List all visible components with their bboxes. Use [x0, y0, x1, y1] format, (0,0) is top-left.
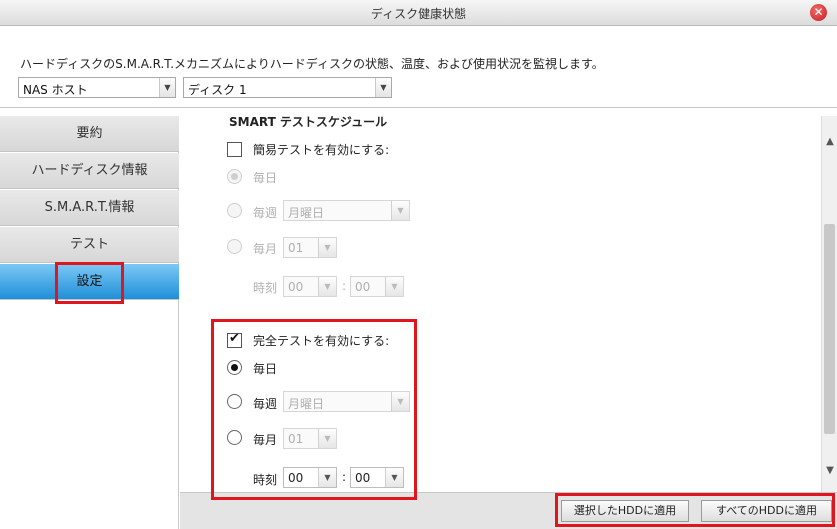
- scroll-up-icon[interactable]: ▲: [822, 134, 837, 150]
- full-minute-select[interactable]: 00 ▼: [350, 467, 404, 488]
- full-daily-radio[interactable]: [227, 360, 242, 375]
- chevron-down-icon: ▼: [385, 277, 403, 296]
- close-icon[interactable]: ✕: [810, 4, 827, 21]
- quick-hour-value: 00: [288, 280, 304, 294]
- quick-weekly-label: 毎週: [253, 206, 278, 220]
- full-monthly-radio[interactable]: [227, 430, 242, 445]
- title-bar: ディスク健康状態 ✕: [0, 0, 837, 26]
- chevron-down-icon: ▼: [391, 201, 409, 220]
- chevron-down-icon: ▼: [391, 392, 409, 411]
- quick-daily-label: 毎日: [253, 171, 278, 185]
- schedule-title: SMART テストスケジュール: [229, 116, 388, 129]
- window-title: ディスク健康状態: [370, 7, 467, 21]
- sidebar-item-summary[interactable]: 要約: [0, 116, 179, 152]
- chevron-down-icon: ▼: [318, 429, 336, 448]
- full-weekday-value: 月曜日: [288, 397, 325, 411]
- quick-time-colon: :: [342, 279, 347, 293]
- nas-host-select[interactable]: NAS ホスト ▼: [18, 77, 176, 98]
- full-time-colon: :: [342, 470, 347, 484]
- quick-weekday-value: 月曜日: [288, 206, 325, 220]
- chevron-down-icon: ▼: [385, 468, 403, 487]
- apply-all-button[interactable]: すべてのHDDに適用: [701, 500, 832, 522]
- quick-daily-radio[interactable]: [227, 169, 242, 184]
- full-weekly-radio[interactable]: [227, 394, 242, 409]
- quick-monthly-label: 毎月: [253, 242, 278, 256]
- chevron-down-icon: ▼: [318, 238, 336, 257]
- quick-minute-value: 00: [355, 280, 371, 294]
- full-monthly-label: 毎月: [253, 433, 278, 447]
- disk-select[interactable]: ディスク 1 ▼: [183, 77, 392, 98]
- apply-selected-button[interactable]: 選択したHDDに適用: [561, 500, 689, 522]
- description-text: ハードディスクのS.M.A.R.T.メカニズムによりハードディスクの状態、温度、…: [20, 57, 604, 71]
- quick-monthly-radio[interactable]: [227, 239, 242, 254]
- quick-weekday-select[interactable]: 月曜日 ▼: [283, 200, 410, 221]
- quick-weekly-radio[interactable]: [227, 203, 242, 218]
- chevron-down-icon: ▼: [375, 78, 391, 97]
- full-minute-value: 00: [355, 471, 371, 485]
- full-test-checkbox[interactable]: [227, 331, 242, 348]
- quick-day-value: 01: [288, 241, 304, 255]
- sidebar-item-test[interactable]: テスト: [0, 227, 179, 263]
- quick-test-checkbox[interactable]: [227, 142, 242, 157]
- full-daily-label: 毎日: [253, 362, 278, 376]
- settings-panel: SMART テストスケジュール 簡易テストを有効にする: 毎日 毎週 月曜日 ▼…: [180, 116, 821, 492]
- chevron-down-icon: ▼: [318, 277, 336, 296]
- quick-test-label: 簡易テストを有効にする:: [253, 143, 390, 157]
- chevron-down-icon: ▼: [318, 468, 336, 487]
- chevron-down-icon: ▼: [159, 78, 175, 97]
- disk-value: ディスク 1: [188, 83, 247, 97]
- full-test-label: 完全テストを有効にする:: [253, 334, 390, 348]
- sidebar-item-settings[interactable]: 設定: [0, 264, 179, 300]
- nas-host-value: NAS ホスト: [23, 83, 88, 97]
- full-weekday-select[interactable]: 月曜日 ▼: [283, 391, 410, 412]
- full-hour-value: 00: [288, 471, 304, 485]
- sidebar: 要約 ハードディスク情報 S.M.A.R.T.情報 テスト 設定: [0, 116, 179, 529]
- full-weekly-label: 毎週: [253, 397, 278, 411]
- full-time-label: 時刻: [253, 473, 278, 487]
- full-day-select[interactable]: 01 ▼: [283, 428, 337, 449]
- scrollbar-thumb[interactable]: [824, 224, 835, 434]
- sidebar-item-smart-info[interactable]: S.M.A.R.T.情報: [0, 190, 179, 226]
- scroll-down-icon[interactable]: ▼: [822, 463, 837, 479]
- vertical-scrollbar[interactable]: ▲ ▼: [821, 116, 837, 492]
- sidebar-item-disk-info[interactable]: ハードディスク情報: [0, 153, 179, 189]
- divider: [0, 107, 837, 108]
- quick-hour-select[interactable]: 00 ▼: [283, 276, 337, 297]
- quick-minute-select[interactable]: 00 ▼: [350, 276, 404, 297]
- full-day-value: 01: [288, 432, 304, 446]
- full-hour-select[interactable]: 00 ▼: [283, 467, 337, 488]
- quick-time-label: 時刻: [253, 281, 278, 295]
- quick-day-select[interactable]: 01 ▼: [283, 237, 337, 258]
